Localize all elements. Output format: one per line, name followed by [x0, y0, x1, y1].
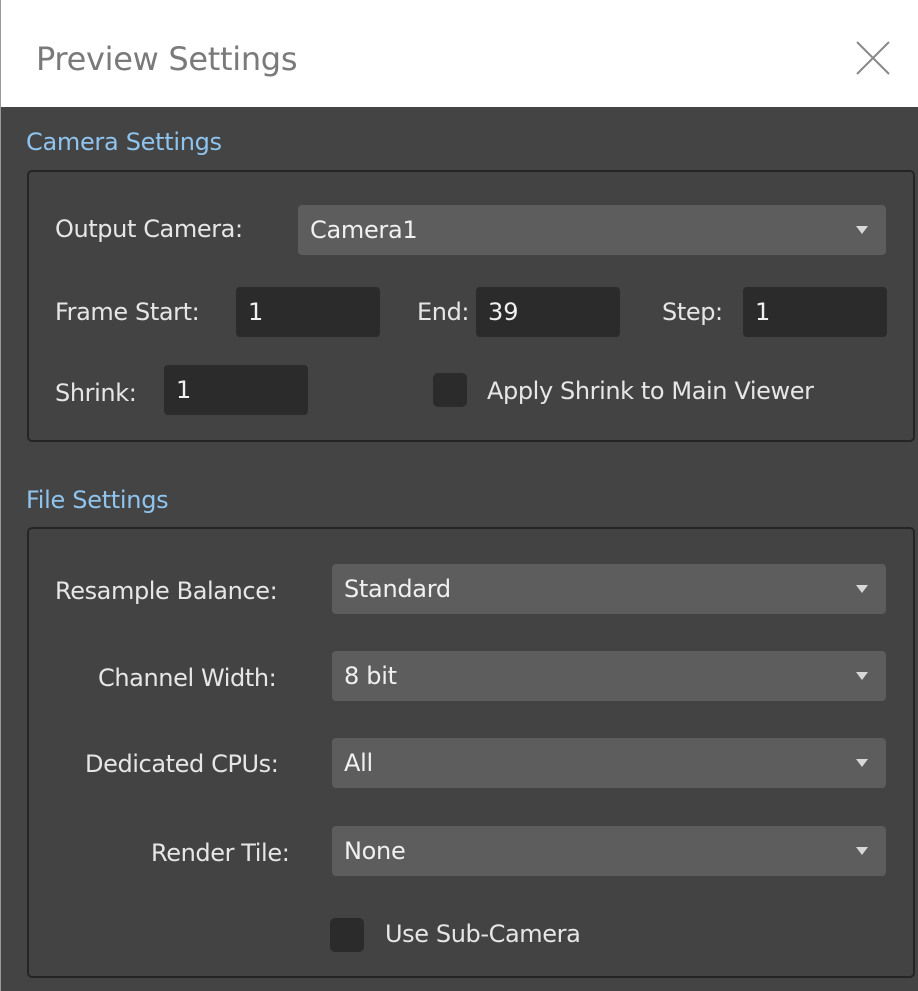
render-tile-label: Render Tile: [151, 839, 290, 867]
close-button[interactable] [853, 38, 893, 78]
end-field[interactable]: 39 [476, 287, 620, 337]
step-value: 1 [755, 298, 771, 326]
dialog-title: Preview Settings [36, 40, 298, 78]
resample-balance-dropdown[interactable]: Standard [332, 564, 886, 614]
file-settings-title: File Settings [26, 486, 169, 514]
use-sub-camera-label: Use Sub-Camera [385, 920, 581, 948]
apply-shrink-label: Apply Shrink to Main Viewer [487, 377, 814, 405]
shrink-field[interactable]: 1 [164, 365, 308, 415]
frame-start-label: Frame Start: [55, 298, 200, 326]
title-bar: Preview Settings [1, 0, 918, 107]
chevron-down-icon [856, 759, 868, 767]
shrink-value: 1 [176, 376, 192, 404]
dedicated-cpus-value: All [344, 749, 373, 777]
dedicated-cpus-dropdown[interactable]: All [332, 738, 886, 788]
render-tile-value: None [344, 837, 406, 865]
end-label: End: [417, 298, 470, 326]
frame-start-value: 1 [248, 298, 264, 326]
close-icon [856, 41, 890, 75]
preview-settings-dialog: Preview Settings Camera Settings Output … [0, 0, 918, 991]
output-camera-value: Camera1 [310, 216, 418, 244]
channel-width-label: Channel Width: [98, 664, 277, 692]
render-tile-dropdown[interactable]: None [332, 826, 886, 876]
use-sub-camera-checkbox[interactable] [330, 918, 364, 952]
output-camera-label: Output Camera: [55, 215, 243, 243]
file-settings-group: Resample Balance: Standard Channel Width… [27, 527, 915, 978]
resample-balance-value: Standard [344, 575, 451, 603]
chevron-down-icon [856, 226, 868, 234]
dedicated-cpus-label: Dedicated CPUs: [85, 750, 279, 778]
apply-shrink-checkbox[interactable] [433, 373, 467, 407]
resample-balance-label: Resample Balance: [55, 577, 278, 605]
channel-width-dropdown[interactable]: 8 bit [332, 651, 886, 701]
chevron-down-icon [856, 847, 868, 855]
output-camera-dropdown[interactable]: Camera1 [298, 205, 886, 255]
step-field[interactable]: 1 [743, 287, 887, 337]
camera-settings-title: Camera Settings [26, 128, 222, 156]
shrink-label: Shrink: [55, 379, 137, 407]
chevron-down-icon [856, 585, 868, 593]
end-value: 39 [488, 298, 519, 326]
camera-settings-group: Output Camera: Camera1 Frame Start: 1 En… [27, 170, 915, 442]
channel-width-value: 8 bit [344, 662, 397, 690]
frame-start-field[interactable]: 1 [236, 287, 380, 337]
step-label: Step: [662, 298, 723, 326]
chevron-down-icon [856, 672, 868, 680]
